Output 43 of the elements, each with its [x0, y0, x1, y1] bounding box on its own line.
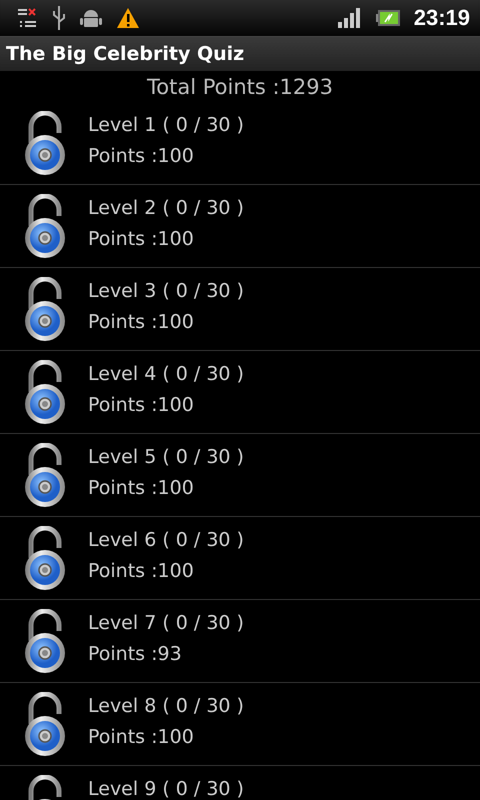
level-title: Level 4 ( 0 / 30 )	[88, 363, 244, 385]
level-item[interactable]: Level 2 ( 0 / 30 ) Points :100	[0, 185, 480, 268]
level-title: Level 5 ( 0 / 30 )	[88, 446, 244, 468]
level-item[interactable]: Level 7 ( 0 / 30 ) Points :93	[0, 600, 480, 683]
padlock-icon	[22, 111, 68, 175]
notification-icon	[16, 7, 38, 29]
level-points: Points :100	[88, 560, 195, 582]
level-title: Level 2 ( 0 / 30 )	[88, 197, 244, 219]
level-points: Points :100	[88, 311, 195, 333]
level-points: Points :100	[88, 228, 195, 250]
level-item[interactable]: Level 1 ( 0 / 30 ) Points :100	[0, 102, 480, 185]
level-title: Level 8 ( 0 / 30 )	[88, 695, 244, 717]
level-item[interactable]: Level 4 ( 0 / 30 ) Points :100	[0, 351, 480, 434]
android-icon	[80, 7, 102, 29]
level-title: Level 9 ( 0 / 30 )	[88, 778, 244, 800]
battery-icon	[376, 10, 400, 26]
level-title: Level 3 ( 0 / 30 )	[88, 280, 244, 302]
level-points: Points :100	[88, 394, 195, 416]
level-item[interactable]: Level 3 ( 0 / 30 ) Points :100	[0, 268, 480, 351]
warning-icon	[116, 7, 140, 29]
level-item[interactable]: Level 5 ( 0 / 30 ) Points :100	[0, 434, 480, 517]
signal-icon	[338, 8, 362, 28]
status-time: 23:19	[414, 5, 470, 31]
level-points: Points :93	[88, 643, 183, 665]
level-title: Level 1 ( 0 / 30 )	[88, 114, 244, 136]
level-item[interactable]: Level 8 ( 0 / 30 ) Points :100	[0, 683, 480, 766]
padlock-icon	[22, 609, 68, 673]
padlock-icon	[22, 360, 68, 424]
padlock-icon	[22, 194, 68, 258]
usb-icon	[52, 5, 66, 31]
level-title: Level 7 ( 0 / 30 )	[88, 612, 244, 634]
padlock-icon	[22, 526, 68, 590]
padlock-icon	[22, 443, 68, 507]
total-points: Total Points :1293	[146, 74, 334, 101]
level-item[interactable]: Level 9 ( 0 / 30 )	[0, 766, 480, 800]
level-points: Points :100	[88, 726, 195, 748]
level-item[interactable]: Level 6 ( 0 / 30 ) Points :100	[0, 517, 480, 600]
padlock-icon	[22, 692, 68, 756]
level-points: Points :100	[88, 145, 195, 167]
level-points: Points :100	[88, 477, 195, 499]
padlock-icon	[22, 277, 68, 341]
level-title: Level 6 ( 0 / 30 )	[88, 529, 244, 551]
app-title: The Big Celebrity Quiz	[6, 43, 244, 65]
